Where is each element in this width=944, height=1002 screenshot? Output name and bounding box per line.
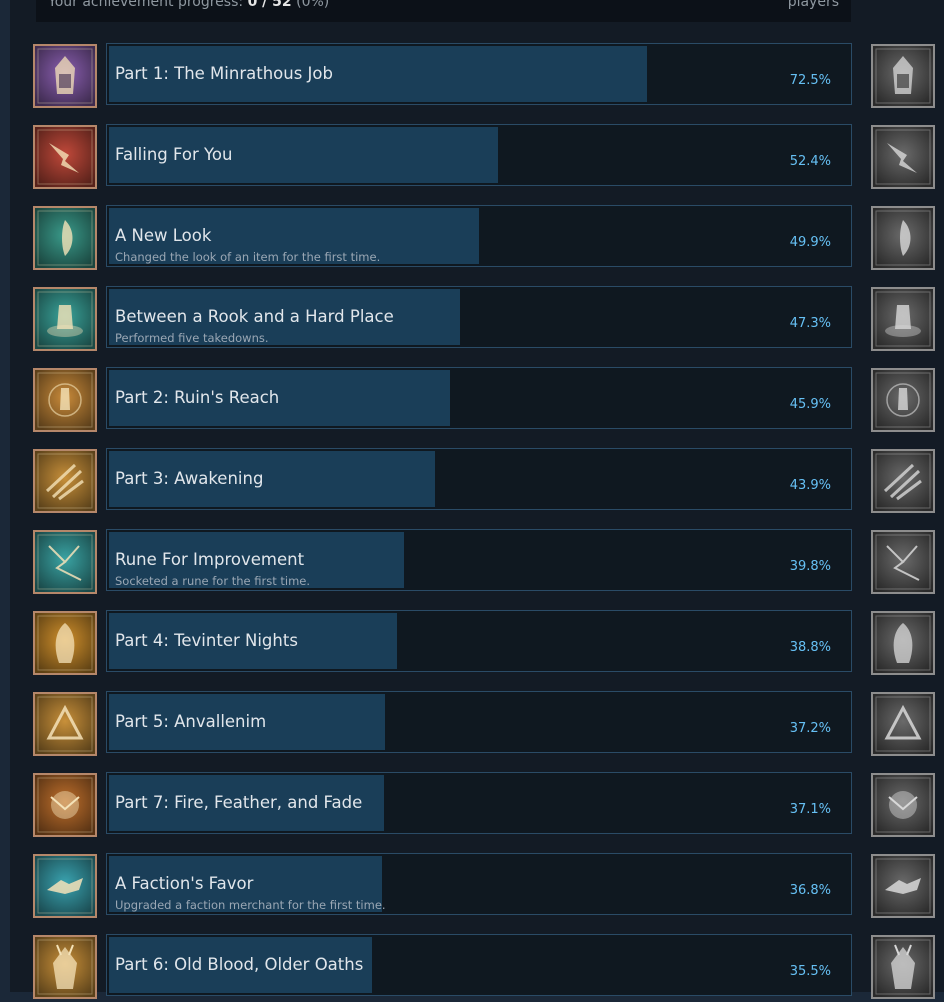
achievement-title: A New Look <box>115 226 212 245</box>
achievement-row: Part 1: The Minrathous Job 72.5% <box>0 43 944 111</box>
achievement-progress-bar: Part 6: Old Blood, Older Oaths 35.5% <box>106 934 852 996</box>
handshake-locked-icon <box>871 854 935 918</box>
winged-beast-icon <box>33 773 97 837</box>
achievement-title: Part 5: Anvallenim <box>115 712 267 731</box>
achievement-row: A Faction's Favor Upgraded a faction merc… <box>0 853 944 921</box>
armored-knight-icon <box>33 44 97 108</box>
achievement-percent: 39.8% <box>789 559 831 574</box>
achievement-description: Changed the look of an item for the firs… <box>115 250 381 264</box>
hooded-figure-locked-icon <box>871 611 935 675</box>
transmog-icon <box>33 206 97 270</box>
achievement-title: Part 7: Fire, Feather, and Fade <box>115 793 363 812</box>
achievement-progress-bar: A New Look Changed the look of an item fo… <box>106 205 852 267</box>
triangle-sigil-locked-icon <box>871 692 935 756</box>
achievement-row: Between a Rook and a Hard Place Performed… <box>0 286 944 354</box>
achievement-percent: 49.9% <box>789 235 831 250</box>
achievement-progress-bar: Part 5: Anvallenim 37.2% <box>106 691 852 753</box>
achievement-progress-bar: Rune For Improvement Socketed a rune for … <box>106 529 852 591</box>
triangle-sigil-icon <box>33 692 97 756</box>
achievement-percent: 36.8% <box>789 883 831 898</box>
achievement-row: Part 3: Awakening 43.9% <box>0 448 944 516</box>
achievement-percent: 35.5% <box>789 964 831 979</box>
achievement-row: Part 2: Ruin's Reach 45.9% <box>0 367 944 435</box>
achievement-title: A Faction's Favor <box>115 874 254 893</box>
handshake-icon <box>33 854 97 918</box>
achievement-percent: 43.9% <box>789 478 831 493</box>
achievement-progress-bar: Between a Rook and a Hard Place Performed… <box>106 286 852 348</box>
achievement-progress-bar: Part 2: Ruin's Reach 45.9% <box>106 367 852 429</box>
achievement-progress-bar: Part 3: Awakening 43.9% <box>106 448 852 510</box>
achievement-title: Part 6: Old Blood, Older Oaths <box>115 955 364 974</box>
achievement-row: Falling For You 52.4% <box>0 124 944 192</box>
achievement-title: Between a Rook and a Hard Place <box>115 307 394 326</box>
winged-beast-locked-icon <box>871 773 935 837</box>
rune-lightning-locked-icon <box>871 530 935 594</box>
achievement-progress-bar: Part 7: Fire, Feather, and Fade 37.1% <box>106 772 852 834</box>
achievement-progress-bar: Part 1: The Minrathous Job 72.5% <box>106 43 852 105</box>
players-column-label: players <box>787 0 839 10</box>
achievement-row: Part 7: Fire, Feather, and Fade 37.1% <box>0 772 944 840</box>
transmog-locked-icon <box>871 206 935 270</box>
achievement-row: Part 4: Tevinter Nights 38.8% <box>0 610 944 678</box>
achievement-title: Part 2: Ruin's Reach <box>115 388 280 407</box>
achievement-percent: 72.5% <box>789 73 831 88</box>
fist-splash-locked-icon <box>871 287 935 351</box>
achievement-title: Part 1: The Minrathous Job <box>115 64 333 83</box>
achievement-title: Part 4: Tevinter Nights <box>115 631 298 650</box>
achievement-progress-bar: Falling For You 52.4% <box>106 124 852 186</box>
achievement-description: Upgraded a faction merchant for the firs… <box>115 898 386 912</box>
achievement-progress-bar: A Faction's Favor Upgraded a faction merc… <box>106 853 852 915</box>
glowing-hand-icon <box>33 368 97 432</box>
achievement-progress-bar: Part 4: Tevinter Nights 38.8% <box>106 610 852 672</box>
falling-figure-locked-icon <box>871 125 935 189</box>
progress-header: Your achievement progress: 0 / 52 (0%) p… <box>36 0 851 22</box>
achievement-description: Performed five takedowns. <box>115 331 269 345</box>
achievement-percent: 38.8% <box>789 640 831 655</box>
achievement-title: Rune For Improvement <box>115 550 305 569</box>
achievement-title: Falling For You <box>115 145 233 164</box>
shattered-blades-icon <box>33 449 97 513</box>
progress-label: Your achievement progress: <box>48 0 244 10</box>
achievement-description: Socketed a rune for the first time. <box>115 574 311 588</box>
anubis-mask-locked-icon <box>871 935 935 999</box>
achievement-percent: 52.4% <box>789 154 831 169</box>
progress-value: 0 / 52 <box>247 0 292 10</box>
achievement-percent: 45.9% <box>789 397 831 412</box>
achievement-title: Part 3: Awakening <box>115 469 264 488</box>
progress-percent: (0%) <box>296 0 330 10</box>
progress-text: Your achievement progress: 0 / 52 (0%) <box>48 0 329 10</box>
hooded-figure-icon <box>33 611 97 675</box>
falling-figure-icon <box>33 125 97 189</box>
shattered-blades-locked-icon <box>871 449 935 513</box>
rune-lightning-icon <box>33 530 97 594</box>
fist-splash-icon <box>33 287 97 351</box>
achievement-row: Part 5: Anvallenim 37.2% <box>0 691 944 759</box>
glowing-hand-locked-icon <box>871 368 935 432</box>
achievement-percent: 37.1% <box>789 802 831 817</box>
achievement-percent: 37.2% <box>789 721 831 736</box>
achievement-percent: 47.3% <box>789 316 831 331</box>
achievement-row: A New Look Changed the look of an item fo… <box>0 205 944 273</box>
armored-knight-locked-icon <box>871 44 935 108</box>
achievement-row: Rune For Improvement Socketed a rune for … <box>0 529 944 597</box>
anubis-mask-icon <box>33 935 97 999</box>
